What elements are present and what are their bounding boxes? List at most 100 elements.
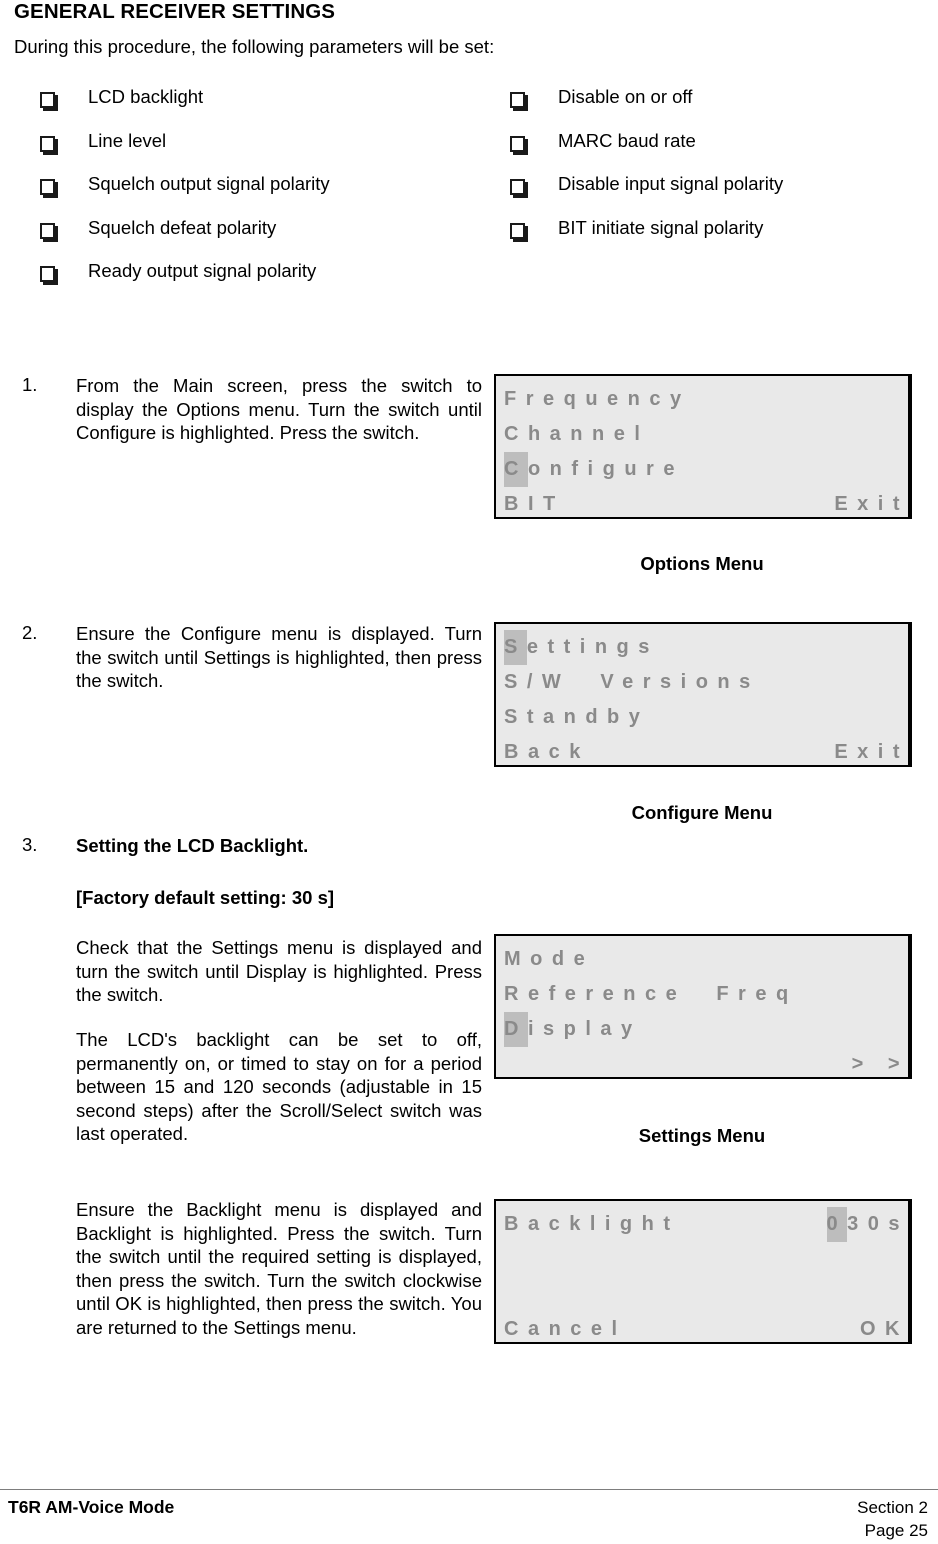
lcd-row-left: BIT — [504, 493, 565, 515]
lcd-row: Standby — [496, 700, 908, 735]
step-heading: Setting the LCD Backlight. — [76, 835, 309, 856]
list-item: Ready output signal polarity — [40, 260, 470, 304]
page-title: GENERAL RECEIVER SETTINGS — [14, 0, 336, 23]
list-item: LCD backlight — [40, 86, 470, 130]
parameter-list-right: Disable on or off MARC baud rate Disable… — [510, 86, 910, 260]
lcd-row: Backlight 030s — [496, 1207, 908, 1242]
procedure-step-2: 2. Ensure the Configure menu is displaye… — [14, 622, 482, 693]
intro-sentence: During this procedure, the following par… — [14, 36, 495, 57]
lcd-row-highlighted: Settings — [496, 630, 908, 665]
lcd-row-left: Configure — [504, 452, 684, 487]
lcd-row-right-scroll-indicator: > > — [851, 1053, 909, 1075]
list-item: BIT initiate signal polarity — [510, 217, 910, 261]
lcd-row: Frequency — [496, 382, 908, 417]
step-number: 1. — [22, 374, 38, 395]
lcd-row-left: Cancel — [504, 1318, 627, 1340]
lcd-row-left: Settings — [504, 630, 659, 665]
lcd-cursor-highlight: S — [504, 630, 527, 665]
step3-paragraph-2: The LCD's backlight can be set to off, p… — [14, 1028, 482, 1146]
lcd-row-left: Standby — [504, 706, 650, 728]
lcd-row-right: Exit — [834, 493, 909, 515]
lcd-cursor-highlight: D — [504, 1012, 528, 1047]
lcd-panel-settings-menu: Mode Reference Freq Display > > — [494, 934, 910, 1079]
step3-paragraph-3: Ensure the Backlight menu is displayed a… — [14, 1198, 482, 1340]
lcd-row: Reference Freq — [496, 977, 908, 1012]
figure-caption-configure-menu: Configure Menu — [631, 802, 773, 823]
footer-mode-label: T6R AM-Voice Mode — [8, 1497, 175, 1517]
lcd-row: Channel — [496, 417, 908, 452]
checkbox-icon — [40, 92, 55, 108]
figure-caption-settings-menu: Settings Menu — [638, 1125, 766, 1146]
lcd-row: Mode — [496, 942, 908, 977]
lcd-row-left-rest: ettings — [526, 636, 659, 658]
lcd-cursor-highlight: 0 — [826, 1207, 848, 1242]
parameter-list-left: LCD backlight Line level Squelch output … — [40, 86, 470, 304]
lcd-panel-backlight-menu: Backlight 030s Cancel OK — [494, 1199, 910, 1344]
list-item: Squelch defeat polarity — [40, 217, 470, 261]
procedure-step-3: 3. Setting the LCD Backlight. — [14, 834, 482, 858]
footer-divider — [0, 1489, 938, 1490]
figure-caption-options-menu: Options Menu — [640, 553, 764, 574]
list-item: MARC baud rate — [510, 130, 910, 174]
checkbox-icon — [40, 135, 55, 152]
checkbox-icon — [40, 266, 55, 282]
lcd-row-right: OK — [860, 1318, 909, 1340]
checkbox-icon — [510, 179, 525, 195]
step3-paragraph-1: Check that the Settings menu is displaye… — [14, 936, 482, 1007]
list-item-label: Squelch defeat polarity — [88, 216, 277, 238]
lcd-row: S/W Versions — [496, 665, 908, 700]
lcd-row-left: Back — [504, 741, 590, 763]
lcd-row-blank — [496, 1242, 908, 1277]
lcd-panel-options-menu: Frequency Channel Configure BIT Exit — [494, 374, 910, 519]
document-page: GENERAL RECEIVER SETTINGS During this pr… — [0, 0, 938, 1544]
list-item-label: BIT initiate signal polarity — [558, 216, 764, 238]
checkbox-icon — [40, 179, 55, 195]
list-item-label: Line level — [88, 129, 167, 151]
list-item: Squelch output signal polarity — [40, 173, 470, 217]
lcd-row-right-value: 030s — [826, 1207, 909, 1242]
checkbox-icon — [40, 222, 55, 239]
lcd-row-highlighted: Configure — [496, 452, 908, 487]
list-item-label: Ready output signal polarity — [88, 260, 317, 281]
list-item-label: MARC baud rate — [558, 129, 696, 151]
lcd-row-left: Backlight — [504, 1213, 680, 1235]
lcd-row-left-rest: isplay — [527, 1018, 642, 1040]
lcd-row-left: Display — [504, 1012, 642, 1047]
list-item: Disable on or off — [510, 86, 910, 130]
paragraph-text: The LCD's backlight can be set to off, p… — [76, 1029, 482, 1145]
footer-page-info: Section 2 Page 25 — [857, 1496, 928, 1542]
lcd-row-left: S/W Versions — [504, 671, 760, 693]
lcd-row-right: Exit — [834, 741, 909, 763]
lcd-row-left: Channel — [504, 423, 650, 445]
checkbox-icon — [510, 135, 525, 152]
list-item: Line level — [40, 130, 470, 174]
lcd-cursor-highlight: C — [504, 452, 528, 487]
step-text: From the Main screen, press the switch t… — [76, 375, 482, 444]
lcd-row-left: Frequency — [504, 388, 691, 410]
list-item-label: Disable on or off — [558, 86, 693, 107]
footer-page-number: Page 25 — [864, 1521, 928, 1540]
lcd-row: > > — [496, 1047, 909, 1077]
list-item-label: LCD backlight — [88, 86, 204, 107]
lcd-row-blank — [496, 1277, 908, 1312]
lcd-row-left: Mode — [504, 948, 595, 970]
lcd-row: BIT Exit — [496, 487, 909, 517]
checkbox-icon — [510, 222, 525, 239]
list-item-label: Disable input signal polarity — [558, 173, 784, 194]
lcd-panel-configure-menu: Settings S/W Versions Standby Back Exit — [494, 622, 910, 767]
lcd-row: Back Exit — [496, 735, 909, 765]
lcd-row-left: Reference Freq — [504, 983, 798, 1005]
paragraph-text: Check that the Settings menu is displaye… — [76, 937, 482, 1006]
lcd-row: Cancel OK — [496, 1312, 909, 1342]
list-item-label: Squelch output signal polarity — [88, 173, 330, 194]
checkbox-icon — [510, 92, 525, 108]
lcd-row-highlighted: Display — [496, 1012, 908, 1047]
list-item: Disable input signal polarity — [510, 173, 910, 217]
procedure-step-1: 1. From the Main screen, press the switc… — [14, 374, 482, 445]
lcd-value-rest: 30s — [847, 1213, 909, 1235]
paragraph-text: Ensure the Backlight menu is displayed a… — [76, 1199, 482, 1338]
step-text: Ensure the Configure menu is displayed. … — [76, 623, 482, 692]
lcd-row-left-rest: onfigure — [527, 458, 684, 480]
step-number: 2. — [22, 622, 38, 643]
footer-section: Section 2 — [857, 1498, 928, 1517]
